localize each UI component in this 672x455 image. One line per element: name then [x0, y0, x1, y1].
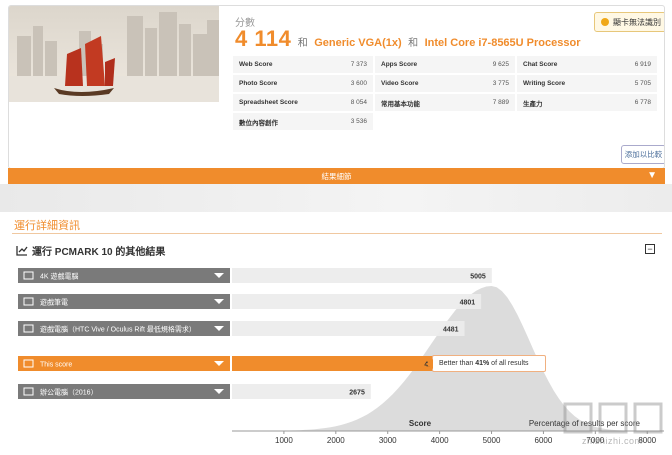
comparison-row: This score4114: [18, 356, 446, 371]
subscore-label: Web Score: [239, 61, 273, 68]
subscore-cell: Apps Score 9 625: [375, 56, 517, 75]
subscore-cell: Spreadsheet Score 8 054: [233, 94, 375, 113]
x-tick-label: 4000: [431, 436, 449, 445]
comparison-value: 4801: [460, 300, 476, 307]
subscore-label: 常用基本功能: [381, 100, 420, 108]
cpu-name: Intel Core i7-8565U Processor: [424, 37, 581, 49]
comparison-row: 遊戲電腦（HTC Vive / Oculus Rift 最低規格需求） 4481: [18, 321, 465, 336]
gpu-not-detected-button[interactable]: 顯卡無法識別: [594, 12, 664, 32]
chart-icon: [16, 246, 28, 256]
subscore-grid: Web Score 7 373 Apps Score 9 625 Chat Scor…: [233, 56, 660, 132]
subscore-label: Writing Score: [523, 80, 566, 87]
overall-score: 4 114: [235, 26, 292, 51]
result-details-bar[interactable]: 結果細節 ▼: [8, 168, 665, 184]
comparison-label: 遊戲電腦（HTC Vive / Oculus Rift 最低規格需求）: [40, 325, 196, 334]
subscore-value: 5 705: [634, 80, 651, 87]
comparison-bar: [232, 356, 446, 371]
x-tick-label: 2000: [327, 436, 345, 445]
comparison-label: This score: [40, 362, 72, 369]
comparison-bar: [232, 294, 482, 309]
run-details-title: 運行詳細資訊: [14, 220, 80, 232]
subscore-label: Spreadsheet Score: [239, 99, 298, 106]
subscore-label: 生產力: [523, 100, 543, 108]
benchmark-summary-card: 分數 4 114 和 Generic VGA(1x) 和 Intel Core …: [8, 5, 665, 169]
subscore-label: Chat Score: [523, 61, 558, 68]
subscore-cell: Chat Score 6 919: [517, 56, 659, 75]
subscore-row: Spreadsheet Score 8 054 常用基本功能 7 889 生產力 6 …: [233, 94, 660, 113]
x-tick-label: 5000: [483, 436, 501, 445]
comparison-bar: [232, 268, 492, 283]
warning-icon: [601, 18, 609, 26]
subscore-value: 3 536: [350, 118, 367, 125]
subscore-cell: Web Score 7 373: [233, 56, 375, 75]
better-than-prefix: Better than: [439, 360, 474, 367]
subscore-cell: 數位內容創作 3 536: [233, 113, 375, 132]
comparison-row: 辦公電腦（2016） 2675: [18, 384, 371, 399]
comparison-label: 遊戲筆電: [40, 298, 68, 307]
subscore-row: Web Score 7 373 Apps Score 9 625 Chat Scor…: [233, 56, 660, 75]
comparison-label: 辦公電腦（2016）: [40, 388, 98, 397]
x-tick-label: 6000: [535, 436, 553, 445]
subscore-value: 9 625: [492, 61, 509, 68]
subscore-cell: Writing Score 5 705: [517, 75, 659, 94]
better-than-suffix: of all results: [491, 360, 529, 367]
subscore-value: 8 054: [350, 99, 367, 106]
subscore-row: 數位內容創作 3 536: [233, 113, 660, 132]
other-results-header: 運行 PCMARK 10 的其他結果: [16, 243, 165, 258]
better-than-callout: Better than 41% of all results: [426, 355, 546, 372]
subscore-cell: Photo Score 3 600: [233, 75, 375, 94]
subscore-label: Video Score: [381, 80, 419, 87]
subscore-label: 數位內容創作: [239, 119, 278, 127]
connector-text: 和: [408, 38, 419, 49]
collapse-icon[interactable]: −: [645, 244, 655, 254]
x-tick-label: 1000: [275, 436, 293, 445]
decorative-band: [0, 184, 672, 212]
subscore-value: 7 373: [350, 61, 367, 68]
x-tick-label: 3000: [379, 436, 397, 445]
comparison-row: 遊戲筆電 4801: [18, 294, 482, 309]
comparison-row: 4K 遊戲電腦 5005: [18, 268, 492, 283]
watermark-text: zhizhizhi.com: [582, 436, 643, 446]
comparison-value: 5005: [470, 274, 486, 281]
x-axis-label: Score: [409, 419, 432, 428]
gpu-name: Generic VGA(1x): [314, 37, 402, 49]
junk-boat-hero-image: [9, 6, 219, 102]
subscore-cell: 生產力 6 778: [517, 94, 659, 113]
subscore-value: 3 600: [350, 80, 367, 87]
subscore-value: 7 889: [492, 99, 509, 106]
add-to-compare-button[interactable]: 添加以比較: [621, 145, 664, 164]
better-than-percent: 41%: [475, 360, 490, 367]
subscore-cell: 常用基本功能 7 889: [375, 94, 517, 113]
connector-text: 和: [297, 38, 308, 49]
divider: [12, 233, 662, 234]
comparison-bar: [232, 321, 465, 336]
subscore-label: Photo Score: [239, 80, 278, 87]
gpu-not-detected-label: 顯卡無法識別: [613, 17, 661, 27]
subscore-value: 3 775: [492, 80, 509, 87]
subscore-cell: Video Score 3 775: [375, 75, 517, 94]
subscore-row: Photo Score 3 600 Video Score 3 775 Writin…: [233, 75, 660, 94]
subscore-value: 6 919: [634, 61, 651, 68]
comparison-value: 2675: [349, 390, 365, 397]
subscore-label: Apps Score: [381, 61, 418, 68]
comparison-label: 4K 遊戲電腦: [40, 272, 79, 281]
comparison-value: 4481: [443, 327, 459, 334]
result-details-label: 結果細節: [321, 171, 352, 181]
other-results-title: 運行 PCMARK 10 的其他結果: [32, 247, 166, 258]
chevron-down-icon[interactable]: ▼: [647, 171, 657, 181]
subscore-value: 6 778: [634, 99, 651, 106]
score-line: 4 114 和 Generic VGA(1x) 和 Intel Core i7-…: [235, 26, 580, 52]
